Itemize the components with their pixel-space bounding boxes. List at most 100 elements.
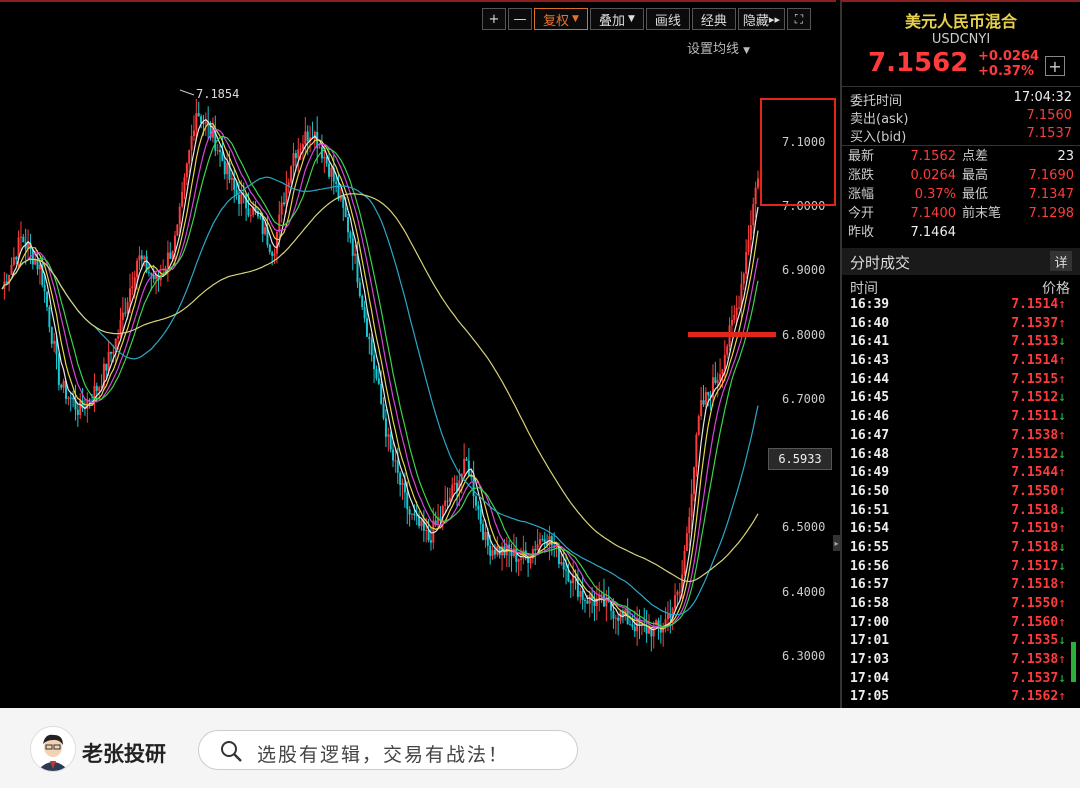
candle [190, 136, 193, 151]
candle [105, 363, 108, 371]
collapse-panel-handle[interactable]: ▸ [833, 535, 840, 551]
candle [36, 260, 39, 270]
candle [285, 185, 288, 205]
classic-button[interactable]: 经典 [691, 8, 736, 30]
fullscreen-button[interactable]: ⛶ [786, 8, 811, 30]
hide-button[interactable]: 隐藏 ▸▸ [737, 8, 785, 30]
change-label: 涨跌 [848, 168, 875, 183]
trade-time: 17:00 [850, 614, 890, 630]
candle [565, 569, 568, 571]
candle [204, 121, 207, 124]
trade-price: 7.1537 [1011, 670, 1059, 686]
zoom-in-button[interactable]: + [482, 8, 506, 30]
high-value: 7.1690 [1028, 168, 1075, 183]
add-watchlist-button[interactable]: + [1045, 56, 1065, 76]
candle [583, 599, 586, 601]
arrow-down-icon: ↓ [1058, 409, 1066, 425]
list-item: 16:40 7.1537↑ [850, 316, 1066, 335]
trade-price: 7.1512 [1011, 390, 1059, 406]
candle [283, 202, 286, 205]
search-bar[interactable]: 选股有逻辑，交易有战法！ [198, 730, 578, 770]
candle [517, 559, 520, 562]
list-item: 16:41 7.1513↓ [850, 334, 1066, 353]
chart-toolbar: + — 复权 ▼ 叠加 ▼ 画线 经典 隐藏 ▸▸ ⛶ [482, 8, 811, 30]
candle [448, 497, 451, 502]
trade-time: 16:55 [850, 539, 890, 555]
candle [48, 307, 51, 328]
candle [140, 255, 143, 260]
candle [387, 434, 390, 437]
overlay-label: 叠加 [598, 13, 625, 29]
candle [136, 260, 139, 278]
candle [344, 207, 347, 218]
y-tick: 6.8000 [782, 328, 826, 342]
candle [752, 204, 755, 226]
arrow-down-icon: ↓ [1058, 446, 1066, 462]
trade-time: 16:50 [850, 483, 890, 499]
zoom-out-button[interactable]: — [508, 8, 532, 30]
candle [384, 418, 387, 437]
candle [301, 144, 304, 149]
trade-time: 17:03 [850, 652, 890, 668]
trade-price: 7.1513 [1011, 334, 1059, 350]
ma60-line [1, 176, 759, 616]
kline-chart[interactable] [0, 2, 836, 708]
y-tick: 6.5000 [782, 520, 826, 534]
trade-price: 7.1517 [1011, 558, 1059, 574]
trade-time: 16:54 [850, 521, 890, 537]
ma10-line [1, 122, 759, 630]
col-price: 价格 [1042, 281, 1070, 297]
detail-button[interactable]: 详 [1050, 251, 1072, 271]
candle [370, 339, 373, 356]
candle [749, 225, 752, 240]
candle [472, 476, 475, 497]
draw-line-button[interactable]: 画线 [645, 8, 690, 30]
adjust-button[interactable]: 复权 ▼ [534, 8, 588, 30]
candle [536, 544, 539, 551]
candle [581, 591, 584, 600]
list-item: 16:47 7.1538↑ [850, 428, 1066, 447]
trade-price: 7.1537 [1011, 315, 1059, 331]
candle [529, 558, 532, 563]
change-percent: +0.37% [978, 64, 1034, 79]
time-sales-columns: 时间 价格 [850, 278, 1070, 298]
chevron-down-icon: ▼ [743, 46, 751, 56]
arrow-down-icon: ↓ [1058, 558, 1066, 574]
candle [745, 252, 748, 275]
kline-chart-panel[interactable]: + — 复权 ▼ 叠加 ▼ 画线 经典 隐藏 ▸▸ ⛶ 设置均线 ▼ 7.1854 7… [0, 0, 836, 708]
scrollbar[interactable] [1071, 642, 1076, 682]
trade-time: 16:47 [850, 427, 890, 443]
price-change: +0.0264 +0.37% [978, 49, 1039, 79]
candle [392, 449, 395, 461]
low-label: 最低 [962, 187, 989, 202]
list-item: 16:44 7.1515↑ [850, 372, 1066, 391]
time-sales-title: 分时成交 [850, 254, 911, 272]
candle [216, 150, 219, 152]
candle [131, 285, 134, 289]
trade-price-cell: 7.1538↑ [1011, 428, 1066, 447]
candle [380, 383, 383, 404]
arrow-up-icon: ↑ [1058, 371, 1066, 387]
trade-time: 17:05 [850, 689, 890, 705]
ma-setting-label: 设置均线 [687, 42, 740, 57]
ma-setting-dropdown[interactable]: 设置均线 ▼ [687, 38, 750, 57]
candle [110, 351, 113, 354]
trade-price: 7.1535 [1011, 633, 1059, 649]
annotation-box [760, 98, 836, 206]
candle [477, 505, 480, 510]
list-item: 16:58 7.1550↑ [850, 596, 1066, 615]
candle [567, 570, 570, 582]
candle [143, 256, 146, 260]
trade-time: 16:45 [850, 390, 890, 406]
candle [425, 530, 428, 532]
list-item: 17:04 7.1537↓ [850, 671, 1066, 690]
candle [463, 458, 466, 474]
trade-price-cell: 7.1550↑ [1011, 484, 1066, 503]
candle [297, 149, 300, 159]
search-placeholder: 选股有逻辑，交易有战法！ [257, 744, 510, 766]
list-item: 17:05 7.1562↑ [850, 689, 1066, 708]
time-sales-list[interactable]: 16:39 7.1514↑ 16:40 7.1537↑ 16:41 7.1513↓ 16:4… [850, 297, 1066, 708]
footer-bar: 老张投研 选股有逻辑，交易有战法！ [0, 708, 1080, 788]
chevron-down-icon: ▼ [627, 14, 635, 24]
overlay-button[interactable]: 叠加 ▼ [589, 8, 644, 30]
